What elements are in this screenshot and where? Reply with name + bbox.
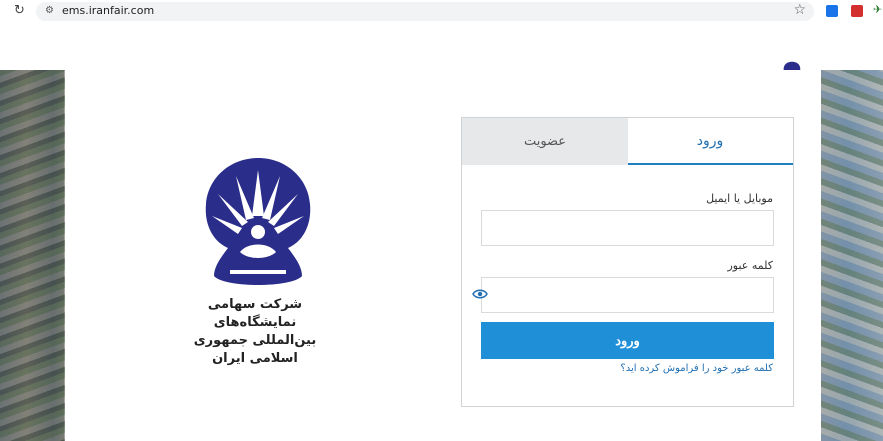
- company-name-line1: شرکت سهامی نمایشگاه‌های: [207, 297, 303, 330]
- password-label: کلمه عبور: [727, 259, 773, 272]
- extension-icon[interactable]: ✈: [873, 3, 883, 16]
- company-name-line2: بین‌المللی جمهوری اسلامی ایران: [193, 333, 317, 366]
- mobile-email-input[interactable]: [481, 210, 774, 246]
- auth-form: ورود عضویت موبایل یا ایمیل کلمه عبور ورو…: [461, 117, 794, 407]
- background-photo-right: [821, 70, 883, 441]
- iranfair-logo-icon: [205, 158, 311, 285]
- address-bar[interactable]: ⚙ ems.iranfair.com ☆: [36, 2, 814, 21]
- login-button[interactable]: ورود: [481, 322, 774, 359]
- background-photo-left: [0, 70, 65, 441]
- forgot-password-link[interactable]: کلمه عبور خود را فراموش کرده اید؟: [620, 363, 773, 374]
- tune-icon[interactable]: ⚙: [45, 5, 54, 16]
- url-text[interactable]: ems.iranfair.com: [62, 4, 154, 17]
- mobile-email-label: موبایل یا ایمیل: [706, 192, 773, 205]
- company-name: شرکت سهامی نمایشگاه‌های بین‌المللی جمهور…: [170, 296, 340, 368]
- tab-login[interactable]: ورود: [627, 118, 793, 165]
- show-password-eye-icon[interactable]: [472, 289, 488, 299]
- download-extension-icon[interactable]: [826, 5, 838, 17]
- reload-icon[interactable]: ↻: [14, 3, 25, 18]
- site-header: [0, 24, 883, 85]
- pdf-extension-icon[interactable]: [851, 5, 863, 17]
- password-input[interactable]: [481, 277, 774, 313]
- bookmark-star-icon[interactable]: ☆: [793, 2, 806, 18]
- tab-register[interactable]: عضویت: [462, 118, 628, 165]
- browser-toolbar: ↻ ⚙ ems.iranfair.com ☆ ✈: [0, 0, 883, 24]
